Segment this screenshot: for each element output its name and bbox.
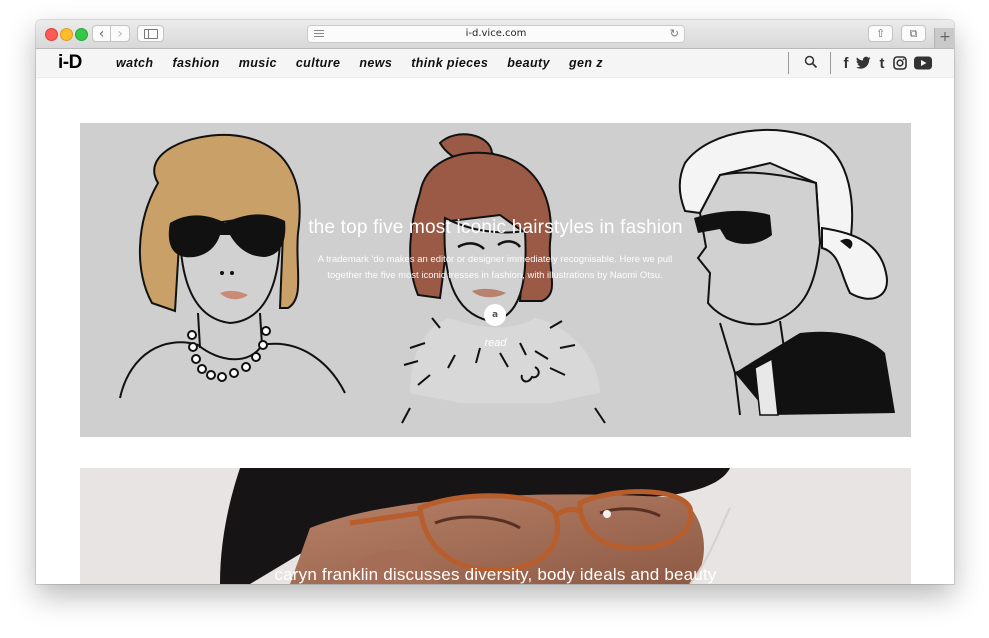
sidebar-button[interactable] <box>137 25 164 42</box>
search-icon[interactable] <box>804 55 818 69</box>
tumblr-icon[interactable]: t <box>877 55 887 72</box>
address-bar[interactable]: i-d.vice.com ↻ <box>307 25 685 43</box>
browser-toolbar: ‹ › i-d.vice.com ↻ ⇧ ⧉ + <box>36 20 954 49</box>
tabs-icon: ⧉ <box>909 26 918 40</box>
youtube-icon[interactable] <box>914 55 932 71</box>
minimize-window-button[interactable] <box>60 28 73 41</box>
nav-link-think-pieces[interactable]: think pieces <box>411 56 488 70</box>
close-window-button[interactable] <box>45 28 58 41</box>
forward-button[interactable]: › <box>111 25 130 42</box>
new-tab-button[interactable]: + <box>934 28 954 48</box>
article-excerpt-line-2: together the five most iconic tresses in… <box>327 270 663 281</box>
nav-link-watch[interactable]: watch <box>116 56 153 70</box>
article-card-caryn-franklin[interactable]: caryn franklin discusses diversity, body… <box>80 468 911 584</box>
article-title[interactable]: the top five most iconic hairstyles in f… <box>80 217 911 239</box>
nav-link-music[interactable]: music <box>239 56 277 70</box>
share-button[interactable]: ⇧ <box>868 25 893 42</box>
nav-link-beauty[interactable]: beauty <box>507 56 550 70</box>
url-text: i-d.vice.com <box>465 28 527 39</box>
site-navigation: i-D watch fashion music culture news thi… <box>36 49 954 78</box>
new-tab-icon: + <box>939 29 951 45</box>
share-icon: ⇧ <box>875 27 886 40</box>
nav-links: watch fashion music culture news think p… <box>116 56 622 70</box>
article-title[interactable]: caryn franklin discusses diversity, body… <box>80 565 911 584</box>
article-card-hairstyles[interactable]: the top five most iconic hairstyles in f… <box>80 123 911 437</box>
nav-link-fashion[interactable]: fashion <box>172 56 219 70</box>
back-button[interactable]: ‹ <box>92 25 111 42</box>
read-icon[interactable]: a <box>484 304 506 326</box>
nav-divider <box>830 52 831 74</box>
show-tabs-button[interactable]: ⧉ <box>901 25 926 42</box>
article-excerpt-line-1: A trademark 'do makes an editor or desig… <box>317 254 673 265</box>
instagram-icon[interactable] <box>893 55 907 71</box>
back-icon: ‹ <box>98 25 105 42</box>
nav-divider <box>788 52 789 74</box>
read-link[interactable]: read <box>80 337 911 349</box>
forward-icon: › <box>117 25 123 42</box>
site-logo[interactable]: i-D <box>58 52 82 74</box>
nav-link-culture[interactable]: culture <box>296 56 340 70</box>
sidebar-icon <box>143 28 158 39</box>
facebook-icon[interactable]: f <box>841 55 851 72</box>
nav-link-gen-z[interactable]: gen z <box>569 56 603 70</box>
nav-link-news[interactable]: news <box>359 56 392 70</box>
browser-window: ‹ › i-d.vice.com ↻ ⇧ ⧉ + i-D watch fashi… <box>36 20 954 584</box>
twitter-icon[interactable] <box>856 55 871 71</box>
reload-icon[interactable]: ↻ <box>670 27 679 40</box>
zoom-window-button[interactable] <box>75 28 88 41</box>
